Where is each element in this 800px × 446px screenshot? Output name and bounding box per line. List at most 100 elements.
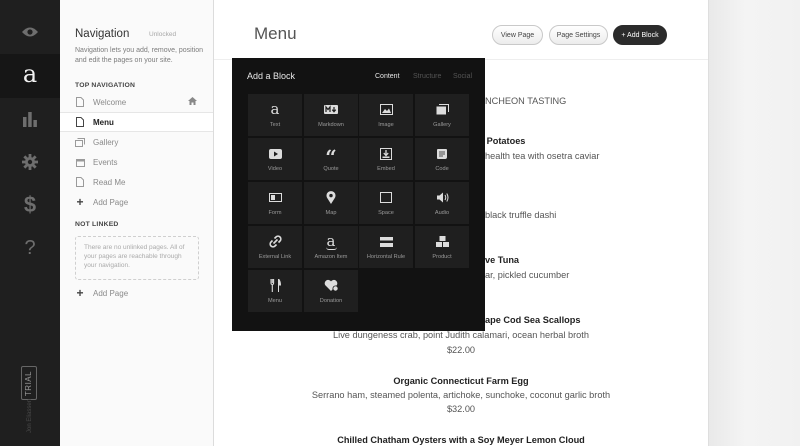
user-name-label: Jon Eliassen [27, 398, 33, 433]
bar-chart-icon [23, 112, 37, 127]
link-icon [268, 235, 282, 248]
events-icon [75, 156, 85, 168]
block-label: Video [267, 166, 283, 172]
space-icon [380, 191, 392, 204]
plus-icon: + [76, 286, 84, 300]
block-code[interactable]: Code [415, 138, 469, 180]
block-label: External Link [258, 254, 292, 260]
block-map[interactable]: Map [304, 182, 358, 224]
block-label: Menu [268, 298, 282, 304]
markdown-icon [324, 103, 338, 116]
text-icon: a [270, 100, 280, 118]
add-block-title: Add a Block [247, 71, 296, 81]
block-label: Form [268, 210, 282, 216]
block-audio[interactable]: Audio [415, 182, 469, 224]
nav-item-welcome[interactable]: Welcome [60, 92, 213, 112]
block-external-link[interactable]: External Link [248, 226, 302, 268]
page-icon [75, 116, 85, 128]
block-donation[interactable]: Donation [304, 270, 358, 312]
rail-item-preview[interactable] [0, 10, 60, 54]
rail-item-commerce[interactable]: $ [0, 183, 60, 227]
video-icon [268, 147, 282, 160]
block-label: Code [435, 166, 449, 172]
tab-structure[interactable]: Structure [413, 73, 441, 80]
nav-item-events[interactable]: Events [60, 152, 213, 172]
map-pin-icon [326, 191, 336, 204]
block-label: Gallery [433, 122, 451, 128]
tab-content[interactable]: Content [375, 73, 400, 80]
rail-item-pages[interactable]: a [0, 54, 60, 98]
add-block-button[interactable]: + Add Block [613, 25, 667, 45]
page-icon [75, 176, 85, 188]
help-icon: ? [24, 236, 36, 259]
block-label: Audio [434, 210, 450, 216]
block-gallery[interactable]: Gallery [415, 94, 469, 136]
add-block-panel: Add a Block Content Structure Social a T… [232, 58, 485, 331]
tab-social[interactable]: Social [453, 73, 472, 80]
page-background [708, 0, 800, 446]
rail-item-analytics[interactable] [0, 97, 60, 141]
block-product[interactable]: Product [415, 226, 469, 268]
dollar-icon: $ [23, 192, 37, 217]
panel-title: Navigation [75, 28, 130, 40]
menu-fragment-cucumber: ar, pickled cucumber [485, 270, 570, 280]
view-page-button[interactable]: View Page [492, 25, 543, 45]
nav-item-label: Gallery [93, 137, 119, 147]
menu-fragment-tuna: ve Tuna [485, 255, 520, 265]
panel-description: Navigation lets you add, remove, positio… [75, 47, 204, 64]
block-quote[interactable]: “ Quote [304, 138, 358, 180]
block-embed[interactable]: Embed [359, 138, 413, 180]
nav-item-label: Add Page [93, 288, 129, 298]
add-page-not-linked-button[interactable]: + Add Page [60, 283, 213, 303]
donation-icon [324, 279, 339, 292]
nav-item-menu[interactable]: Menu [60, 112, 213, 132]
block-menu[interactable]: Menu [248, 270, 302, 312]
block-text[interactable]: a Text [248, 94, 302, 136]
menu-fragment-scallops: ape Cod Sea Scallops [485, 315, 581, 325]
block-form[interactable]: Form [248, 182, 302, 224]
block-label: Map [325, 210, 337, 216]
add-page-top-button[interactable]: + Add Page [60, 192, 213, 212]
block-label: Quote [323, 166, 339, 172]
block-image[interactable]: Image [359, 94, 413, 136]
nav-item-label: Welcome [93, 97, 127, 107]
menu-item-description: Serrano ham, steamed polenta, artichoke,… [311, 390, 611, 400]
block-label: Image [378, 122, 394, 128]
block-markdown[interactable]: Markdown [304, 94, 358, 136]
rail-item-help[interactable]: ? [0, 226, 60, 270]
embed-icon [380, 147, 392, 160]
block-label: Space [378, 210, 394, 216]
nav-item-read-me[interactable]: Read Me [60, 172, 213, 192]
block-label: Text [269, 122, 281, 128]
gallery-icon [75, 136, 85, 148]
block-label: Donation [319, 298, 343, 304]
block-label: Product [432, 254, 452, 260]
plus-icon: + [76, 195, 84, 209]
user-name: Jon Eliassen [26, 399, 34, 433]
top-navigation-heading: TOP NAVIGATION [75, 82, 136, 89]
block-label: Horizontal Rule [366, 254, 406, 260]
rail-item-settings[interactable] [0, 140, 60, 184]
logo-a-icon: a [22, 60, 38, 88]
quote-icon: “ [325, 144, 337, 169]
app-rail: a $ ? TRIAL Jon Eliassen [0, 0, 60, 446]
page-settings-button[interactable]: Page Settings [549, 25, 608, 45]
nav-item-label: Events [93, 157, 118, 167]
nav-item-label: Menu [93, 117, 114, 127]
menu-item-name: Chilled Chatham Oysters with a Soy Meyer… [337, 435, 585, 445]
block-space[interactable]: Space [359, 182, 413, 224]
block-amazon-item[interactable]: a Amazon Item [304, 226, 358, 268]
trial-badge[interactable]: TRIAL [21, 366, 37, 400]
menu-fragment-caviar: health tea with osetra caviar [485, 151, 600, 161]
nav-item-gallery[interactable]: Gallery [60, 132, 213, 152]
block-label: Embed [377, 166, 395, 172]
horizontal-rule-icon [379, 235, 393, 248]
block-video[interactable]: Video [248, 138, 302, 180]
menu-item-description: Live dungeness crab, point Judith calama… [333, 330, 589, 340]
fork-knife-icon [269, 279, 281, 292]
block-label: Amazon Item [314, 254, 348, 260]
audio-icon [436, 191, 449, 204]
form-icon [268, 191, 282, 204]
block-horizontal-rule[interactable]: Horizontal Rule [359, 226, 413, 268]
home-icon [188, 97, 197, 107]
